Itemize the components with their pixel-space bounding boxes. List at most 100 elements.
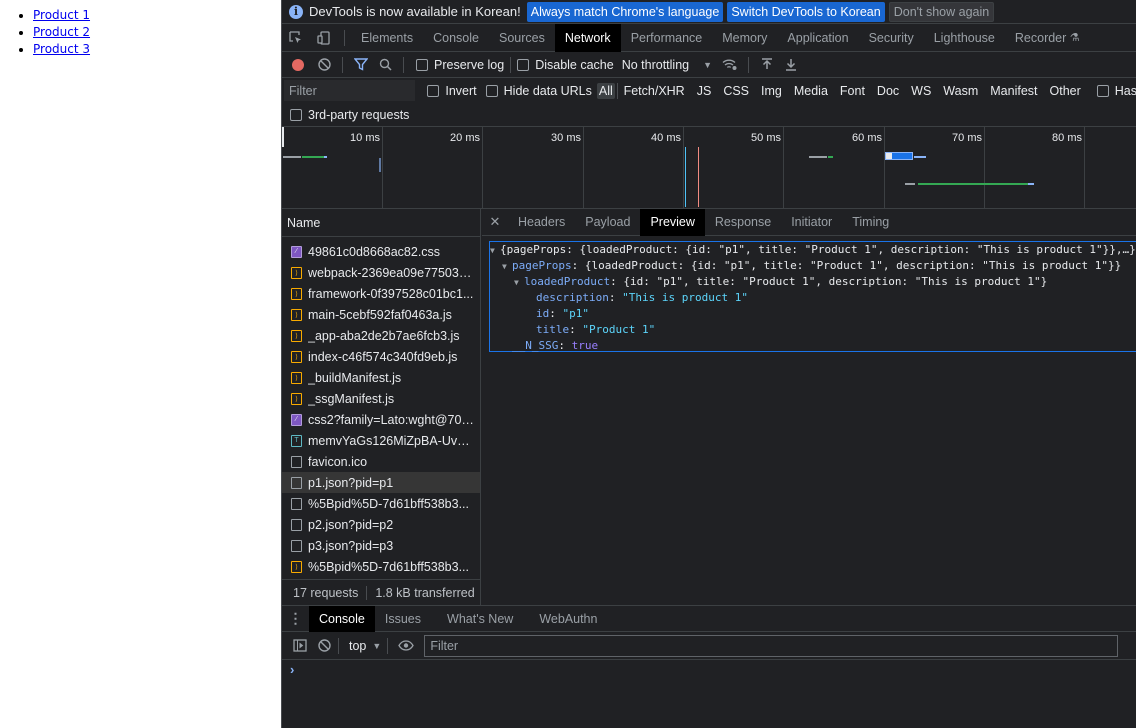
type-filter-other[interactable]: Other [1048,83,1083,99]
product-link-3[interactable]: Product 3 [33,42,90,56]
tab-network[interactable]: Network [554,23,621,52]
clear-icon[interactable] [312,53,336,77]
grid-line [783,127,784,208]
checkbox-box[interactable] [290,108,302,121]
drawer-tab-issues[interactable]: Issues [375,606,431,632]
record-icon[interactable] [292,58,304,71]
eye-icon[interactable] [394,634,418,658]
dont-show-again-button[interactable]: Don't show again [888,1,995,22]
json-pageprops[interactable]: ▼ pageProps: {loadedProduct: {id: "p1", t… [490,258,1136,274]
checkbox-box[interactable] [485,84,498,97]
tab-elements[interactable]: Elements [351,24,423,52]
type-filter-font[interactable]: Font [838,83,867,99]
request-row[interactable]: favicon.ico [282,451,480,472]
import-har-icon[interactable] [755,53,779,77]
clear-console-icon[interactable] [312,634,336,658]
type-filter-manifest[interactable]: Manifest [988,83,1039,99]
context-selector[interactable]: top ▼ [349,639,381,653]
request-row[interactable]: ⟩ _ssgManifest.js [282,388,480,409]
disable-cache-checkbox[interactable]: Disable cache [517,58,614,72]
filter-input[interactable]: Filter [284,80,416,101]
json-value: "Product 1" [582,323,656,336]
console-filter-input[interactable]: Filter [424,634,1119,657]
checkbox-box[interactable] [517,58,530,71]
request-row[interactable]: ⟩ index-c46f574c340fd9eb.js [282,346,480,367]
drawer-tab-webauthn[interactable]: WebAuthn [529,606,607,632]
type-filter-img[interactable]: Img [759,83,784,99]
tab-payload[interactable]: Payload [575,209,640,236]
request-row[interactable]: TmemvYaGs126MiZpBA-UvW... [282,430,480,451]
tab-application[interactable]: Application [777,24,858,52]
product-link-1[interactable]: Product 1 [33,8,90,22]
search-icon[interactable] [373,53,397,77]
request-row[interactable]: ⟩ main-5cebf592faf0463a.js [282,304,480,325]
request-row[interactable]: ⟩ webpack-2369ea09e775031... [282,262,480,283]
sidebar-toggle-icon[interactable] [288,634,312,658]
close-icon[interactable]: ✕ [482,214,508,230]
tab-security[interactable]: Security [859,24,924,52]
request-row[interactable]: p3.json?pid=p3 [282,535,480,556]
type-filter-js[interactable]: JS [695,83,714,99]
request-row[interactable]: p2.json?pid=p2 [282,514,480,535]
request-row[interactable]: ⁄ css2?family=Lato:wght@700... [282,409,480,430]
tab-preview[interactable]: Preview [640,208,705,236]
console-prompt[interactable]: › [290,662,294,677]
checkbox-box[interactable] [427,84,440,97]
request-row[interactable]: ⟩ framework-0f397528c01bc1... [282,283,480,304]
tab-timing[interactable]: Timing [842,209,899,236]
inspect-element-icon[interactable] [282,24,310,52]
expand-triangle-icon[interactable]: ▼ [514,275,524,290]
expand-triangle-icon[interactable]: ▼ [502,259,512,274]
hide-data-urls-checkbox[interactable]: Hide data URLs [485,84,592,98]
checkbox-box[interactable] [416,58,428,71]
type-filter-ws[interactable]: WS [909,83,933,99]
tab-initiator[interactable]: Initiator [781,209,842,236]
drawer-tab-whats-new[interactable]: What's New [431,606,529,632]
expand-triangle-icon[interactable]: ▼ [490,243,500,258]
request-row[interactable]: p1.json?pid=p1 [282,472,480,493]
request-row[interactable]: %5Bpid%5D-7d61bff538b3... [282,493,480,514]
js-file-icon: ⟩ [291,308,302,321]
checkbox-box[interactable] [1096,84,1109,97]
request-row[interactable]: ⁄ 49861c0d8668ac82.css [282,241,480,262]
throttling-dropdown[interactable]: No throttling ▼ [622,58,712,72]
has-blocked-cookies-checkbox[interactable]: Has [1096,84,1136,98]
drawer-tab-console[interactable]: Console [309,605,375,632]
device-toolbar-icon[interactable] [310,24,338,52]
tab-lighthouse[interactable]: Lighthouse [924,24,1005,52]
type-filter-wasm[interactable]: Wasm [941,83,980,99]
tab-response[interactable]: Response [705,209,781,236]
tab-sources[interactable]: Sources [489,24,555,52]
switch-korean-button[interactable]: Switch DevTools to Korean [727,1,885,22]
type-filter-css[interactable]: CSS [721,83,751,99]
type-filter-all[interactable]: All [596,82,615,99]
preserve-log-checkbox[interactable]: Preserve log [416,58,504,72]
request-row[interactable]: ⟩ %5Bpid%5D-7d61bff538b3... [282,556,480,577]
type-filter-media[interactable]: Media [792,83,830,99]
product-link-2[interactable]: Product 2 [33,25,90,39]
request-name: main-5cebf592faf0463a.js [308,307,452,322]
network-conditions-icon[interactable] [718,53,742,77]
type-filter-fetch-xhr[interactable]: Fetch/XHR [622,83,687,99]
request-row[interactable]: ⟩ _app-aba2de2b7ae6fcb3.js [282,325,480,346]
network-overview-timeline[interactable]: 10 ms 20 ms 30 ms 40 ms 50 ms 60 ms 70 m… [282,127,1136,209]
tab-recorder[interactable]: Recorder ⚗ [1005,24,1090,52]
request-row[interactable]: ⟩ _buildManifest.js [282,367,480,388]
name-column-header[interactable]: Name [282,209,480,237]
third-party-checkbox[interactable]: 3rd-party requests [290,108,409,122]
invert-checkbox[interactable]: Invert [427,84,477,98]
tab-console[interactable]: Console [423,24,489,52]
export-har-icon[interactable] [779,53,803,77]
js-file-icon: ⟩ [291,350,302,363]
tab-performance[interactable]: Performance [621,24,713,52]
tab-memory[interactable]: Memory [712,24,777,52]
json-loadedproduct[interactable]: ▼ loadedProduct: {id: "p1", title: "Produ… [490,274,1136,290]
js-file-icon: ⟩ [291,287,302,300]
tab-headers[interactable]: Headers [508,209,575,236]
dom-content-loaded-marker [685,147,686,207]
filter-icon[interactable] [349,53,373,77]
match-language-button[interactable]: Always match Chrome's language [526,1,724,22]
json-root[interactable]: ▼ {pageProps: {loadedProduct: {id: "p1", … [490,242,1136,258]
type-filter-doc[interactable]: Doc [875,83,901,99]
more-options-icon[interactable]: ⋮ [282,610,309,627]
